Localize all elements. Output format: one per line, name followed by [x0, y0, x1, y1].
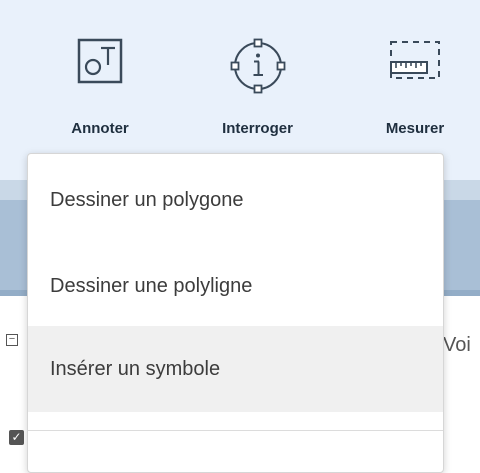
menu-item-label: Insérer un symbole [50, 357, 221, 380]
mesurer-button[interactable]: Mesurer [365, 0, 465, 155]
menu-divider [28, 430, 443, 431]
checkbox-checked-icon[interactable]: ✓ [9, 430, 24, 445]
interroger-label: Interroger [222, 120, 293, 137]
annoter-label: Annoter [71, 120, 129, 137]
info-icon [230, 38, 286, 99]
menu-item-insert-symbol[interactable]: Insérer un symbole [28, 326, 443, 412]
annotate-dropdown-menu: Dessiner un polygone Dessiner une polyli… [27, 153, 444, 473]
mesurer-label: Mesurer [385, 120, 445, 137]
menu-item-label: Dessiner un polygone [50, 188, 244, 211]
background-partial-text: Voi [443, 334, 471, 356]
interroger-button[interactable]: Interroger [200, 0, 315, 155]
annoter-button[interactable]: Annoter [50, 0, 150, 155]
menu-item-draw-polygon[interactable]: Dessiner un polygone [28, 157, 443, 243]
ruler-icon [388, 38, 442, 89]
annotate-icon [77, 38, 123, 89]
collapse-icon[interactable]: − [6, 334, 18, 346]
menu-item-label: Dessiner une polyligne [50, 274, 253, 297]
menu-item-draw-polyline[interactable]: Dessiner une polyligne [28, 243, 443, 329]
